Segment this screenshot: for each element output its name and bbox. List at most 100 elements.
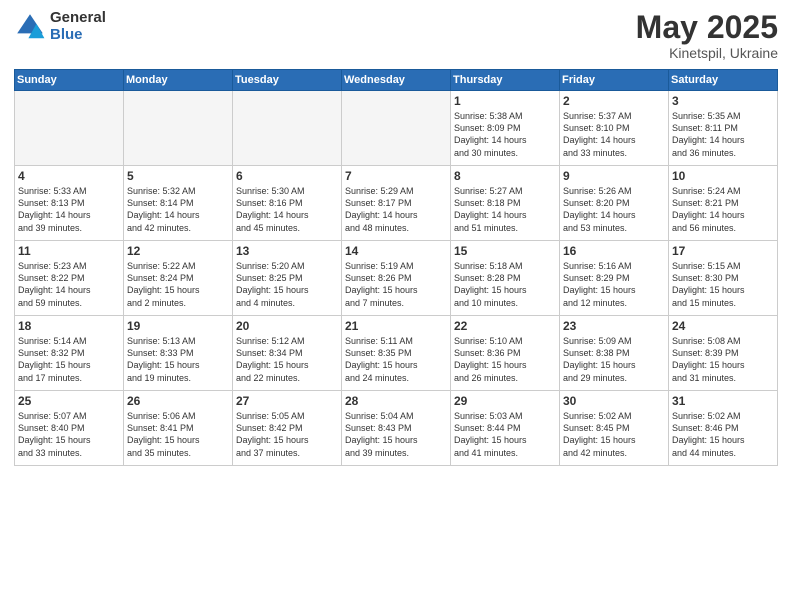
day-number-1-5: 9	[563, 169, 665, 183]
cell-1-2: 6 Sunrise: 5:30 AM Sunset: 8:16 PM Daylig…	[233, 166, 342, 241]
day-info-3-4: Sunrise: 5:10 AM Sunset: 8:36 PM Dayligh…	[454, 335, 556, 384]
day-info-4-3: Sunrise: 5:04 AM Sunset: 8:43 PM Dayligh…	[345, 410, 447, 459]
day-number-4-1: 26	[127, 394, 229, 408]
week-row-2: 11Sunrise: 5:23 AM Sunset: 8:22 PM Dayli…	[15, 241, 778, 316]
day-info-3-0: Sunrise: 5:14 AM Sunset: 8:32 PM Dayligh…	[18, 335, 120, 384]
location: Kinetspil, Ukraine	[636, 45, 778, 61]
week-row-1: 4Sunrise: 5:33 AM Sunset: 8:13 PM Daylig…	[15, 166, 778, 241]
day-number-4-0: 25	[18, 394, 120, 408]
header-saturday: Saturday	[669, 70, 778, 91]
cell-4-6: 31 Sunrise: 5:02 AM Sunset: 8:46 PM Dayli…	[669, 391, 778, 466]
cell-3-1: 19 Sunrise: 5:13 AM Sunset: 8:33 PM Dayli…	[124, 316, 233, 391]
header-monday: Monday	[124, 70, 233, 91]
logo-icon	[14, 11, 46, 43]
cell-1-6: 10Sunrise: 5:24 AM Sunset: 8:21 PM Dayli…	[669, 166, 778, 241]
day-info-1-2: Sunrise: 5:30 AM Sunset: 8:16 PM Dayligh…	[236, 185, 338, 234]
logo-text: General Blue	[50, 10, 106, 43]
cell-0-0	[15, 91, 124, 166]
day-number-2-3: 14	[345, 244, 447, 258]
day-number-3-6: 24	[672, 319, 774, 333]
cell-3-6: 24 Sunrise: 5:08 AM Sunset: 8:39 PM Dayli…	[669, 316, 778, 391]
cell-1-0: 4Sunrise: 5:33 AM Sunset: 8:13 PM Daylig…	[15, 166, 124, 241]
day-info-3-6: Sunrise: 5:08 AM Sunset: 8:39 PM Dayligh…	[672, 335, 774, 384]
cell-2-3: 14 Sunrise: 5:19 AM Sunset: 8:26 PM Dayli…	[342, 241, 451, 316]
day-number-3-5: 23	[563, 319, 665, 333]
day-number-3-1: 19	[127, 319, 229, 333]
week-row-4: 25 Sunrise: 5:07 AM Sunset: 8:40 PM Dayli…	[15, 391, 778, 466]
cell-1-5: 9Sunrise: 5:26 AM Sunset: 8:20 PM Daylig…	[560, 166, 669, 241]
header-row: Sunday Monday Tuesday Wednesday Thursday…	[15, 70, 778, 91]
cell-3-4: 22Sunrise: 5:10 AM Sunset: 8:36 PM Dayli…	[451, 316, 560, 391]
day-number-1-1: 5	[127, 169, 229, 183]
day-number-0-4: 1	[454, 94, 556, 108]
day-info-0-4: Sunrise: 5:38 AM Sunset: 8:09 PM Dayligh…	[454, 110, 556, 159]
day-info-3-2: Sunrise: 5:12 AM Sunset: 8:34 PM Dayligh…	[236, 335, 338, 384]
header-wednesday: Wednesday	[342, 70, 451, 91]
header: General Blue May 2025 Kinetspil, Ukraine	[14, 10, 778, 61]
page-container: General Blue May 2025 Kinetspil, Ukraine…	[0, 0, 792, 612]
day-info-4-1: Sunrise: 5:06 AM Sunset: 8:41 PM Dayligh…	[127, 410, 229, 459]
day-number-1-2: 6	[236, 169, 338, 183]
header-friday: Friday	[560, 70, 669, 91]
day-info-2-2: Sunrise: 5:20 AM Sunset: 8:25 PM Dayligh…	[236, 260, 338, 309]
cell-0-5: 2 Sunrise: 5:37 AM Sunset: 8:10 PM Daylig…	[560, 91, 669, 166]
day-info-1-4: Sunrise: 5:27 AM Sunset: 8:18 PM Dayligh…	[454, 185, 556, 234]
cell-2-6: 17 Sunrise: 5:15 AM Sunset: 8:30 PM Dayli…	[669, 241, 778, 316]
cell-3-3: 21 Sunrise: 5:11 AM Sunset: 8:35 PM Dayli…	[342, 316, 451, 391]
day-info-3-1: Sunrise: 5:13 AM Sunset: 8:33 PM Dayligh…	[127, 335, 229, 384]
day-info-2-0: Sunrise: 5:23 AM Sunset: 8:22 PM Dayligh…	[18, 260, 120, 309]
day-info-1-1: Sunrise: 5:32 AM Sunset: 8:14 PM Dayligh…	[127, 185, 229, 234]
cell-0-3	[342, 91, 451, 166]
day-number-0-5: 2	[563, 94, 665, 108]
day-info-3-5: Sunrise: 5:09 AM Sunset: 8:38 PM Dayligh…	[563, 335, 665, 384]
month-title: May 2025	[636, 10, 778, 45]
cell-3-2: 20Sunrise: 5:12 AM Sunset: 8:34 PM Dayli…	[233, 316, 342, 391]
day-number-2-6: 17	[672, 244, 774, 258]
day-number-4-2: 27	[236, 394, 338, 408]
day-info-2-3: Sunrise: 5:19 AM Sunset: 8:26 PM Dayligh…	[345, 260, 447, 309]
cell-3-0: 18Sunrise: 5:14 AM Sunset: 8:32 PM Dayli…	[15, 316, 124, 391]
header-tuesday: Tuesday	[233, 70, 342, 91]
day-number-4-6: 31	[672, 394, 774, 408]
day-number-2-4: 15	[454, 244, 556, 258]
day-info-4-2: Sunrise: 5:05 AM Sunset: 8:42 PM Dayligh…	[236, 410, 338, 459]
day-number-4-5: 30	[563, 394, 665, 408]
cell-2-1: 12Sunrise: 5:22 AM Sunset: 8:24 PM Dayli…	[124, 241, 233, 316]
cell-0-2	[233, 91, 342, 166]
week-row-3: 18Sunrise: 5:14 AM Sunset: 8:32 PM Dayli…	[15, 316, 778, 391]
cell-4-1: 26 Sunrise: 5:06 AM Sunset: 8:41 PM Dayli…	[124, 391, 233, 466]
cell-4-5: 30 Sunrise: 5:02 AM Sunset: 8:45 PM Dayli…	[560, 391, 669, 466]
day-number-1-0: 4	[18, 169, 120, 183]
day-number-2-5: 16	[563, 244, 665, 258]
day-info-4-6: Sunrise: 5:02 AM Sunset: 8:46 PM Dayligh…	[672, 410, 774, 459]
day-info-2-4: Sunrise: 5:18 AM Sunset: 8:28 PM Dayligh…	[454, 260, 556, 309]
day-number-3-3: 21	[345, 319, 447, 333]
day-info-2-6: Sunrise: 5:15 AM Sunset: 8:30 PM Dayligh…	[672, 260, 774, 309]
day-number-4-3: 28	[345, 394, 447, 408]
cell-2-4: 15 Sunrise: 5:18 AM Sunset: 8:28 PM Dayli…	[451, 241, 560, 316]
day-info-2-5: Sunrise: 5:16 AM Sunset: 8:29 PM Dayligh…	[563, 260, 665, 309]
day-info-0-5: Sunrise: 5:37 AM Sunset: 8:10 PM Dayligh…	[563, 110, 665, 159]
day-info-1-3: Sunrise: 5:29 AM Sunset: 8:17 PM Dayligh…	[345, 185, 447, 234]
cell-4-4: 29 Sunrise: 5:03 AM Sunset: 8:44 PM Dayli…	[451, 391, 560, 466]
day-number-1-6: 10	[672, 169, 774, 183]
cell-1-4: 8 Sunrise: 5:27 AM Sunset: 8:18 PM Daylig…	[451, 166, 560, 241]
logo-blue: Blue	[50, 27, 106, 44]
cell-0-4: 1 Sunrise: 5:38 AM Sunset: 8:09 PM Daylig…	[451, 91, 560, 166]
header-thursday: Thursday	[451, 70, 560, 91]
day-number-1-4: 8	[454, 169, 556, 183]
day-info-4-5: Sunrise: 5:02 AM Sunset: 8:45 PM Dayligh…	[563, 410, 665, 459]
day-number-1-3: 7	[345, 169, 447, 183]
cell-2-5: 16 Sunrise: 5:16 AM Sunset: 8:29 PM Dayli…	[560, 241, 669, 316]
day-info-4-4: Sunrise: 5:03 AM Sunset: 8:44 PM Dayligh…	[454, 410, 556, 459]
cell-0-1	[124, 91, 233, 166]
day-number-4-4: 29	[454, 394, 556, 408]
calendar-table: Sunday Monday Tuesday Wednesday Thursday…	[14, 69, 778, 466]
day-info-4-0: Sunrise: 5:07 AM Sunset: 8:40 PM Dayligh…	[18, 410, 120, 459]
day-number-0-6: 3	[672, 94, 774, 108]
header-sunday: Sunday	[15, 70, 124, 91]
cell-1-1: 5 Sunrise: 5:32 AM Sunset: 8:14 PM Daylig…	[124, 166, 233, 241]
cell-4-3: 28 Sunrise: 5:04 AM Sunset: 8:43 PM Dayli…	[342, 391, 451, 466]
day-info-3-3: Sunrise: 5:11 AM Sunset: 8:35 PM Dayligh…	[345, 335, 447, 384]
cell-4-2: 27 Sunrise: 5:05 AM Sunset: 8:42 PM Dayli…	[233, 391, 342, 466]
